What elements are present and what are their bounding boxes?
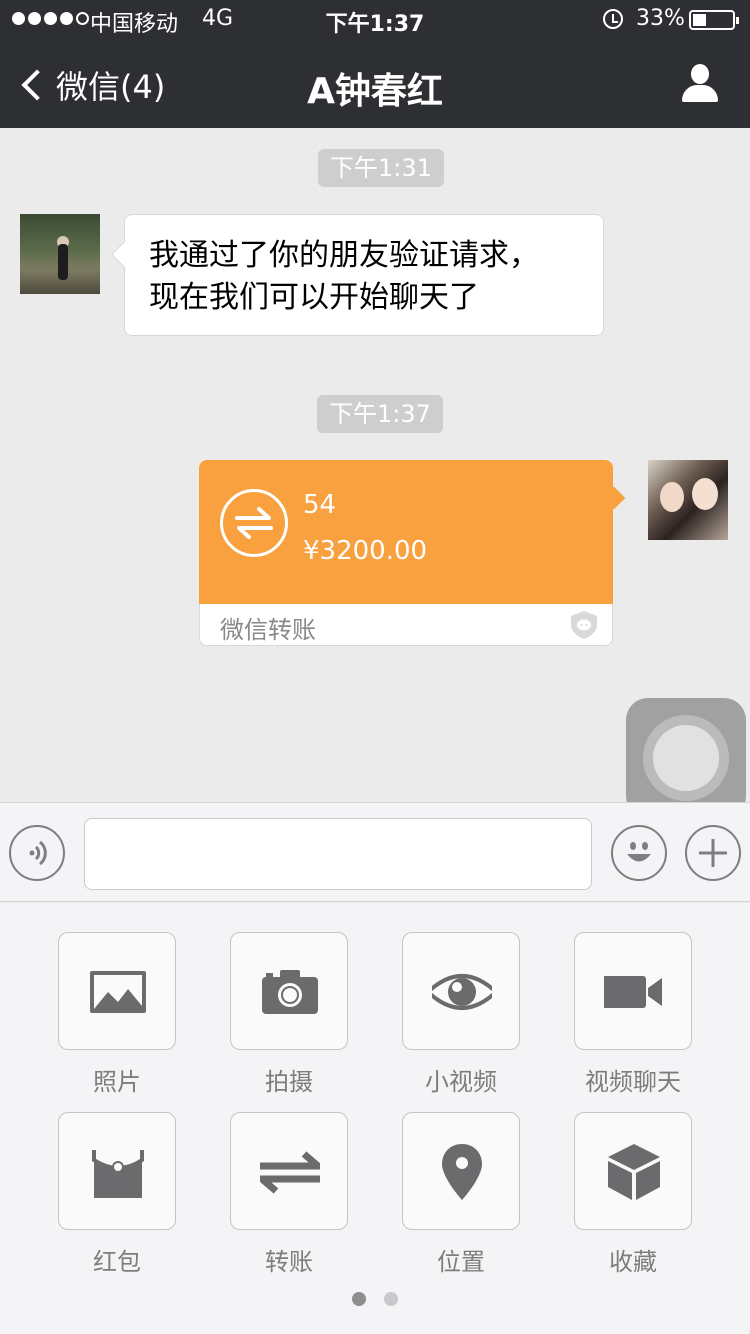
camera-button[interactable]: [230, 932, 348, 1050]
incoming-message-bubble[interactable]: 我通过了你的朋友验证请求， 现在我们可以开始聊天了: [124, 214, 604, 336]
transfer-icon: [260, 1151, 320, 1194]
panel-item-label: 转账: [265, 1248, 313, 1276]
more-options-button[interactable]: [685, 825, 741, 881]
page-title: A钟春红: [307, 71, 443, 112]
short-video-button[interactable]: [402, 932, 520, 1050]
transfer-icon: [220, 489, 288, 557]
transfer-message-card[interactable]: 54 ¥3200.00 微信转账: [199, 460, 613, 646]
transfer-amount: ¥3200.00: [303, 536, 428, 566]
video-camera-icon: [604, 976, 662, 1008]
voice-input-button[interactable]: [9, 825, 65, 881]
cube-icon: [608, 1144, 660, 1200]
transfer-note: 54: [303, 490, 337, 520]
message-timestamp: 下午1:37: [317, 395, 443, 433]
voice-icon: [29, 840, 47, 866]
input-bar: [0, 802, 750, 902]
transfer-label: 微信转账: [220, 616, 316, 644]
transfer-button[interactable]: [230, 1112, 348, 1230]
message-text-line: 现在我们可以开始聊天了: [149, 280, 479, 315]
plus-icon: [699, 839, 727, 867]
header: 中国移动 4G 下午1:37 33% 微信(4) A钟春红: [0, 0, 750, 128]
panel-item-label: 拍摄: [265, 1068, 313, 1096]
emoji-button[interactable]: [611, 825, 667, 881]
message-text-line: 我通过了你的朋友验证请求，: [149, 238, 539, 273]
red-envelope-icon: [92, 1146, 144, 1198]
panel-item-label: 小视频: [425, 1068, 497, 1096]
location-button[interactable]: [402, 1112, 520, 1230]
video-chat-button[interactable]: [574, 932, 692, 1050]
contact-avatar[interactable]: [20, 214, 100, 294]
page-indicator-dot[interactable]: [352, 1292, 366, 1306]
my-avatar[interactable]: [648, 460, 728, 540]
person-icon: [691, 64, 709, 84]
red-envelope-button[interactable]: [58, 1112, 176, 1230]
status-bar: 中国移动 4G 下午1:37 33%: [0, 0, 750, 40]
wechat-shield-icon: [571, 611, 597, 639]
photo-button[interactable]: [58, 932, 176, 1050]
photo-icon: [90, 971, 146, 1013]
message-input[interactable]: [84, 818, 592, 890]
panel-item-label: 视频聊天: [585, 1068, 681, 1096]
camera-icon: [262, 970, 318, 1014]
battery-percentage: 33%: [636, 6, 685, 31]
profile-button[interactable]: [680, 64, 720, 104]
alarm-icon: [603, 9, 623, 29]
location-pin-icon: [442, 1144, 482, 1200]
eye-icon: [432, 974, 492, 1010]
nav-bar: 微信(4) A钟春红: [0, 40, 750, 128]
smiley-icon: [627, 842, 651, 862]
favorites-button[interactable]: [574, 1112, 692, 1230]
panel-item-label: 红包: [93, 1248, 141, 1276]
battery-icon: [689, 10, 739, 30]
page-indicator-dot[interactable]: [384, 1292, 398, 1306]
assistive-touch-button[interactable]: [626, 698, 746, 818]
panel-item-label: 收藏: [609, 1248, 657, 1276]
message-timestamp: 下午1:31: [318, 149, 444, 187]
panel-item-label: 照片: [93, 1068, 141, 1096]
panel-item-label: 位置: [437, 1248, 485, 1276]
